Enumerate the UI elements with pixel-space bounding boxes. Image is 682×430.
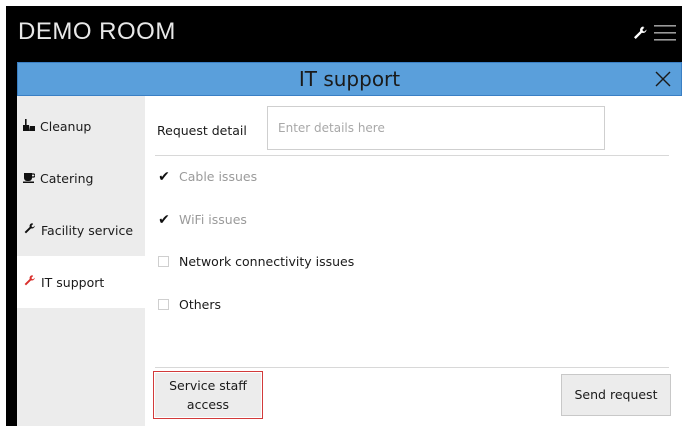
sidebar-item-label: Cleanup	[40, 118, 92, 134]
dialog-title: IT support	[298, 67, 401, 91]
room-title: DEMO ROOM	[18, 18, 176, 45]
button-label-line2: access	[186, 397, 230, 412]
option-label: WiFi issues	[179, 212, 247, 227]
wrench-icon[interactable]	[632, 25, 648, 41]
wrench-icon	[23, 274, 41, 290]
option-label: Others	[179, 297, 222, 312]
request-form: Request detail ✔ Cable issues ✔ WiFi iss…	[145, 96, 682, 426]
option-cable-issues[interactable]: ✔ Cable issues	[157, 169, 258, 185]
divider	[155, 367, 669, 368]
option-label: Cable issues	[179, 169, 258, 184]
top-bar: DEMO ROOM	[6, 6, 682, 60]
app-window: DEMO ROOM IT support Cleanup Catering Fa…	[6, 6, 682, 426]
checkmark-icon[interactable]: ✔	[157, 212, 171, 228]
option-label: Network connectivity issues	[179, 254, 355, 269]
coffee-cup-icon	[23, 171, 40, 186]
checkmark-icon[interactable]: ✔	[157, 169, 171, 185]
top-icons	[632, 24, 676, 42]
dialog-header: IT support	[17, 62, 682, 96]
button-label-line1: Service staff	[169, 377, 247, 393]
broom-icon	[23, 118, 40, 134]
divider	[155, 155, 669, 156]
service-staff-access-button[interactable]: Service staff access	[153, 371, 263, 419]
send-request-button[interactable]: Send request	[561, 374, 671, 416]
sidebar-item-label: Catering	[40, 170, 94, 186]
service-sidebar: Cleanup Catering Facility service IT sup…	[17, 96, 145, 426]
hamburger-menu-icon[interactable]	[654, 24, 676, 42]
checkbox[interactable]	[158, 299, 169, 310]
it-support-dialog: IT support Cleanup Catering Facility ser…	[17, 62, 682, 426]
request-detail-label: Request detail	[157, 123, 247, 138]
close-icon[interactable]	[654, 70, 672, 92]
option-others[interactable]: Others	[157, 297, 221, 312]
wrench-icon	[23, 222, 41, 238]
sidebar-item-it-support[interactable]: IT support	[17, 256, 145, 308]
sidebar-item-label: IT support	[41, 274, 105, 290]
sidebar-item-catering[interactable]: Catering	[17, 152, 145, 204]
checkbox[interactable]	[158, 256, 169, 267]
sidebar-item-facility-service[interactable]: Facility service	[17, 204, 145, 256]
request-detail-input[interactable]	[267, 106, 605, 150]
sidebar-item-cleanup[interactable]: Cleanup	[17, 100, 145, 152]
sidebar-item-label: Facility service	[41, 222, 134, 238]
option-network-connectivity[interactable]: Network connectivity issues	[157, 254, 354, 269]
option-wifi-issues[interactable]: ✔ WiFi issues	[157, 212, 247, 228]
